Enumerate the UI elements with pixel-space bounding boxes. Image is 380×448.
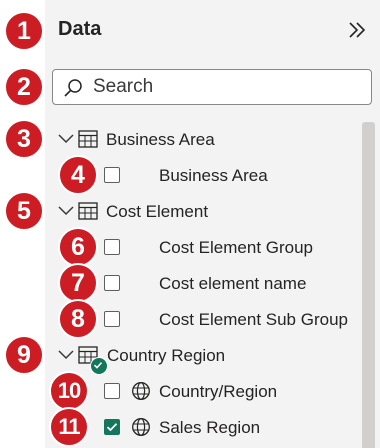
field-checkbox[interactable] bbox=[104, 167, 120, 183]
field-checkbox[interactable] bbox=[104, 383, 120, 399]
search-box[interactable] bbox=[52, 69, 372, 105]
callout-badge: 11 bbox=[49, 407, 89, 447]
check-icon bbox=[106, 423, 118, 432]
scrollbar[interactable] bbox=[362, 122, 375, 448]
callout-badge: 6 bbox=[58, 227, 98, 267]
chevron-down-icon[interactable] bbox=[57, 130, 75, 148]
field-label: Country/Region bbox=[159, 382, 278, 401]
table-icon bbox=[78, 130, 98, 148]
field-label: Cost Element Group bbox=[159, 238, 314, 257]
check-icon bbox=[93, 362, 103, 369]
field-checkbox[interactable] bbox=[104, 239, 120, 255]
field-checkbox[interactable] bbox=[104, 275, 120, 291]
search-icon bbox=[64, 79, 82, 97]
pane-title: Data bbox=[58, 18, 102, 40]
double-chevron-right-icon bbox=[349, 22, 366, 38]
callout-badge: 3 bbox=[4, 119, 44, 159]
callout-badge: 5 bbox=[4, 191, 44, 231]
callout-badge: 10 bbox=[49, 371, 89, 411]
callout-badge: 2 bbox=[4, 67, 44, 107]
chevron-down-icon[interactable] bbox=[57, 346, 75, 364]
callout-badge: 8 bbox=[58, 299, 98, 339]
table-name: Business Area bbox=[106, 130, 215, 149]
callout-badge: 7 bbox=[58, 263, 98, 303]
table-name: Country Region bbox=[107, 346, 226, 365]
field-label: Sales Region bbox=[159, 418, 261, 437]
table-name: Cost Element bbox=[106, 202, 209, 221]
callout-badge: 9 bbox=[4, 335, 44, 375]
table-icon bbox=[78, 202, 98, 220]
search-input[interactable] bbox=[93, 74, 353, 100]
field-label: Cost element name bbox=[159, 274, 307, 293]
globe-icon bbox=[132, 382, 150, 400]
field-checkbox[interactable] bbox=[104, 311, 120, 327]
callout-badge: 4 bbox=[58, 155, 98, 195]
globe-icon bbox=[132, 418, 150, 436]
field-label: Business Area bbox=[159, 166, 268, 185]
selected-fields-indicator bbox=[90, 357, 108, 375]
collapse-pane-button[interactable] bbox=[344, 17, 370, 43]
field-checkbox-checked[interactable] bbox=[104, 419, 120, 435]
callout-badge: 1 bbox=[4, 11, 44, 51]
chevron-down-icon[interactable] bbox=[57, 202, 75, 220]
data-pane bbox=[45, 0, 380, 448]
field-label: Cost Element Sub Group bbox=[159, 310, 348, 329]
